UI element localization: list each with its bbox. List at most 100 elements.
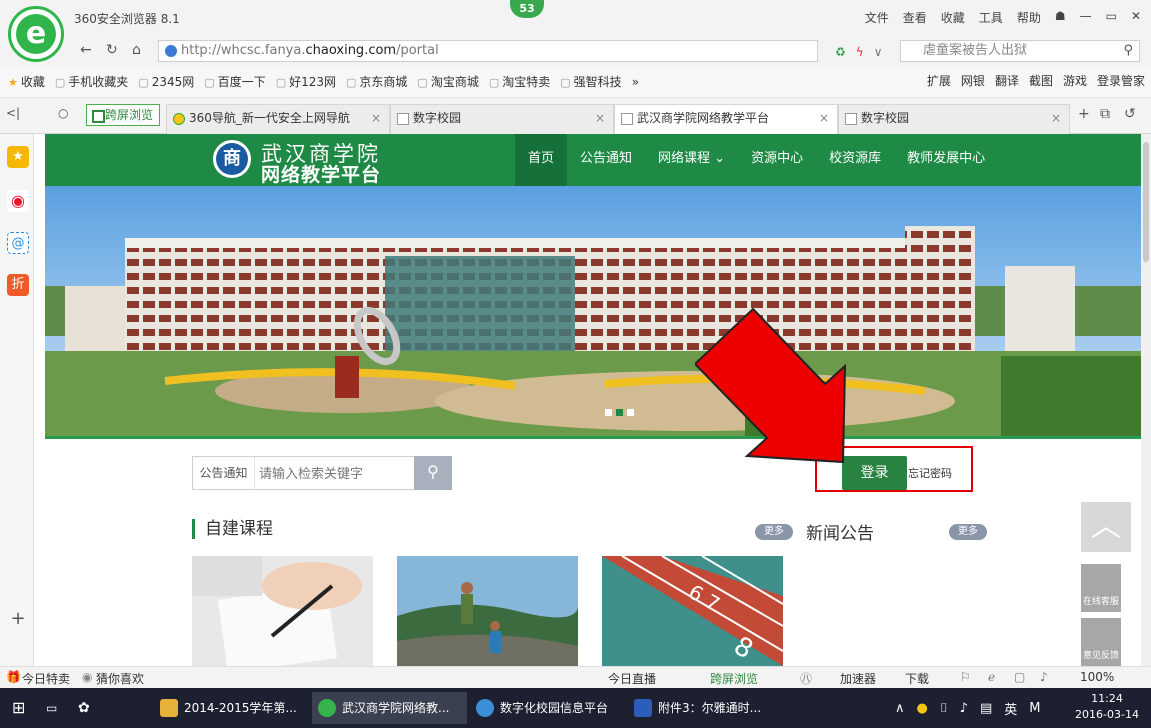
fav-item[interactable]: 京东商城 — [346, 73, 407, 90]
dropdown-icon[interactable]: ∨ — [874, 45, 883, 59]
zoom-level[interactable]: 100% — [1080, 670, 1114, 684]
tab-close-icon[interactable]: × — [595, 105, 605, 131]
network-icon[interactable]: ⌷ — [940, 701, 948, 716]
site-search-input[interactable] — [259, 457, 409, 489]
toolbar-extensions[interactable]: 扩展 — [927, 72, 951, 89]
nav-resources[interactable]: 资源中心 — [738, 134, 816, 186]
nav-home[interactable]: 首页 — [515, 134, 568, 186]
search-bar[interactable]: 虐童案被告人出狱 ⚲ — [900, 40, 1140, 62]
lightning-icon[interactable]: ϟ — [856, 45, 864, 59]
new-tab-icon[interactable]: + — [1078, 106, 1090, 122]
ime-mode-icon[interactable]: M — [1029, 701, 1040, 716]
tab-restore-icon[interactable]: ○ — [58, 106, 68, 120]
toolbar-login-manager[interactable]: 登录管家 — [1097, 72, 1145, 89]
back-to-top-icon[interactable]: ︿ — [1081, 502, 1131, 552]
toolbar-translate[interactable]: 翻译 — [995, 72, 1019, 89]
maximize-icon[interactable]: ▭ — [1106, 9, 1117, 26]
discount-icon[interactable]: 折 — [7, 274, 29, 296]
today-sale-link[interactable]: 今日特卖 — [22, 670, 70, 687]
script-icon[interactable]: ㊇ — [800, 670, 812, 687]
search-icon[interactable]: ⚲ — [1123, 41, 1133, 61]
toolbar-games[interactable]: 游戏 — [1063, 72, 1087, 89]
tab-close-icon[interactable]: × — [371, 105, 381, 131]
tray-360-icon[interactable]: ● — [917, 701, 928, 716]
fav-item[interactable]: 强智科技 — [560, 73, 622, 90]
accelerator-link[interactable]: 加速器 — [840, 670, 876, 687]
menu-favorites[interactable]: 收藏 — [941, 9, 965, 26]
course-card[interactable] — [192, 556, 373, 666]
volume-icon[interactable]: ♪ — [960, 701, 968, 716]
search-submit-icon[interactable]: ⚲ — [414, 456, 452, 490]
fav-item[interactable]: 淘宝商城 — [417, 73, 479, 90]
address-bar[interactable]: http://whcsc.fanya.chaoxing.com/portal — [158, 40, 818, 62]
window-icon[interactable]: ▢ — [1014, 670, 1025, 684]
recycle-icon[interactable]: ♻ — [835, 45, 846, 59]
ime-indicator[interactable]: 英 — [1004, 699, 1017, 718]
start-icon[interactable]: ⊞ — [2, 692, 25, 724]
nav-announcements[interactable]: 公告通知 — [567, 134, 645, 186]
close-icon[interactable]: ✕ — [1131, 9, 1141, 26]
fav-item[interactable]: 百度一下 — [204, 73, 266, 90]
more-courses-button[interactable]: 更多 — [755, 524, 793, 540]
course-card[interactable]: 6 7 8 — [602, 556, 783, 666]
menu-view[interactable]: 查看 — [903, 9, 927, 26]
tab-360-nav[interactable]: 360导航_新一代安全上网导航 × — [166, 104, 390, 134]
add-sidebar-icon[interactable]: + — [7, 608, 29, 630]
mail-icon[interactable]: @ — [7, 232, 29, 254]
sound-icon[interactable]: ♪ — [1040, 670, 1048, 684]
toolbar-screenshot[interactable]: 截图 — [1029, 72, 1053, 89]
weibo-icon[interactable]: ◉ — [7, 190, 29, 212]
download-link[interactable]: 下载 — [905, 670, 929, 687]
nav-school-library[interactable]: 校资源库 — [816, 134, 894, 186]
task-view-icon[interactable]: ▭ — [36, 692, 57, 724]
home-icon[interactable]: ⌂ — [132, 42, 141, 58]
tab-digital-campus[interactable]: 数字校园 × — [390, 104, 614, 134]
gift-icon[interactable]: 🎁 — [6, 670, 21, 684]
fav-item[interactable]: 2345网 — [138, 73, 195, 90]
back-icon[interactable]: ← — [80, 42, 92, 58]
cross-screen-link[interactable]: 跨屏浏览 — [710, 670, 758, 687]
tab-whcsc-portal[interactable]: 武汉商学院网络教学平台 × — [614, 104, 838, 135]
toolbar-bank[interactable]: 网银 — [961, 72, 985, 89]
menu-tools[interactable]: 工具 — [979, 9, 1003, 26]
tab-close-icon[interactable]: × — [1051, 105, 1061, 131]
tab-list-icon[interactable]: ⧉ — [1100, 106, 1110, 122]
more-news-button[interactable]: 更多 — [949, 524, 987, 540]
minimize-icon[interactable]: — — [1080, 9, 1092, 26]
online-service-button[interactable]: 在线客服 — [1081, 564, 1121, 612]
taskbar-task[interactable]: 2014-2015学年第... — [154, 692, 309, 724]
taskbar-task[interactable]: 数字化校园信息平台 — [470, 692, 625, 724]
menu-help[interactable]: 帮助 — [1017, 9, 1041, 26]
page-scrollbar[interactable] — [1141, 134, 1151, 666]
fav-overflow[interactable]: » — [632, 75, 639, 89]
notes-icon[interactable]: ▤ — [980, 701, 992, 716]
flag-icon[interactable]: ⚐ — [960, 670, 971, 684]
tab-close-icon[interactable]: × — [819, 105, 829, 131]
course-card[interactable] — [397, 556, 578, 666]
fav-item[interactable]: 收藏 — [8, 73, 45, 90]
refresh-icon[interactable]: ↻ — [106, 42, 118, 58]
skin-icon[interactable]: ☗ — [1055, 9, 1066, 26]
search-category-select[interactable]: 公告通知 — [193, 457, 255, 489]
undo-close-icon[interactable]: ↺ — [1124, 106, 1136, 122]
favorites-star-icon[interactable]: ★ — [7, 146, 29, 168]
notification-badge[interactable]: 53 — [510, 0, 544, 18]
ie-icon[interactable]: ℯ — [988, 670, 995, 684]
scrollbar-thumb[interactable] — [1143, 142, 1149, 262]
taskbar-clock[interactable]: 11:24 2016-03-14 — [1072, 691, 1142, 723]
nav-teacher-dev[interactable]: 教师发展中心 — [894, 134, 998, 186]
app-icon[interactable]: ✿ — [68, 692, 90, 724]
fav-item[interactable]: 淘宝特卖 — [489, 73, 550, 90]
guess-you-like-link[interactable]: 猜你喜欢 — [96, 670, 144, 687]
tab-scroll-left-icon[interactable]: <| — [6, 106, 20, 120]
nav-courses[interactable]: 网络课程 ⌄ — [645, 134, 738, 186]
fav-item[interactable]: 手机收藏夹 — [55, 73, 128, 90]
live-link[interactable]: 今日直播 — [608, 670, 656, 687]
feedback-button[interactable]: 意见反馈 — [1081, 618, 1121, 666]
fav-item[interactable]: 好123网 — [276, 73, 336, 90]
taskbar-task[interactable]: 武汉商学院网络教... — [312, 692, 467, 724]
tab-digital-campus-2[interactable]: 数字校园 × — [838, 104, 1070, 134]
taskbar-task[interactable]: 附件3：尔雅通时... — [628, 692, 788, 724]
menu-file[interactable]: 文件 — [865, 9, 889, 26]
tray-up-icon[interactable]: ∧ — [895, 701, 905, 716]
